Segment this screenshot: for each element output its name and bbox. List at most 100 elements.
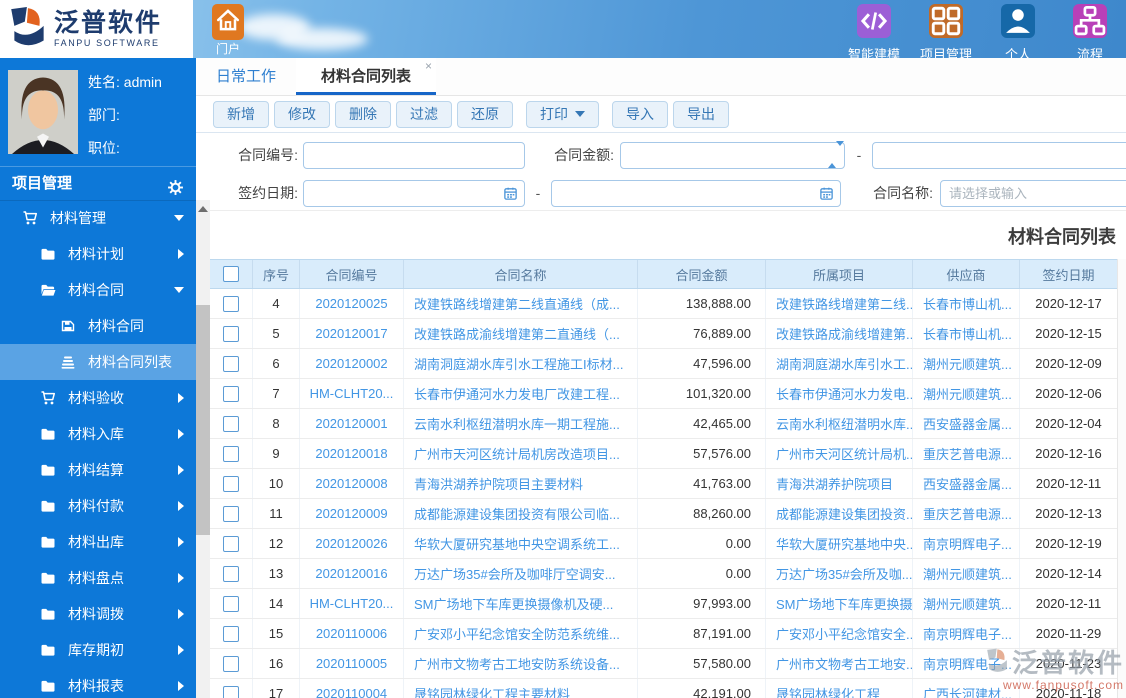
sidebar-item-材料调拨[interactable]: 材料调拨 [0, 596, 196, 632]
contract-name-link[interactable]: 云南水利枢纽潜明水库一期工程施... [404, 409, 638, 438]
contract-name-link[interactable]: 广安邓小平纪念馆安全防范系统维... [404, 619, 638, 648]
supplier-link[interactable]: 长春市博山机... [913, 319, 1020, 348]
table-row[interactable]: 17 2020110004 晟铭园林绿化工程主要材料 42,191.00 晟铭园林绿化工… [210, 679, 1117, 698]
row-checkbox[interactable] [223, 415, 239, 432]
toolbar-button-修改[interactable]: 修改 [274, 100, 330, 128]
supplier-link[interactable]: 潮州元顺建筑... [913, 559, 1020, 588]
toolbar-button-导入[interactable]: 导入 [612, 100, 668, 128]
supplier-link[interactable]: 广西长河建材... [913, 679, 1020, 698]
table-row[interactable]: 12 2020120026 华软大厦研究基地中央空调系统工... 0.00 华软大厦研究… [210, 529, 1117, 559]
project-link[interactable]: 改建铁路线增建第二线... [766, 289, 913, 318]
sidebar-item-材料盘点[interactable]: 材料盘点 [0, 560, 196, 596]
project-link[interactable]: 晟铭园林绿化工程 [766, 679, 913, 698]
contract-name-link[interactable]: 改建铁路线增建第二线直通线（成... [404, 289, 638, 318]
supplier-link[interactable]: 长春市博山机... [913, 289, 1020, 318]
toolbar-button-新增[interactable]: 新增 [213, 100, 269, 128]
amount-to-input[interactable] [872, 142, 1126, 169]
table-row[interactable]: 8 2020120001 云南水利枢纽潜明水库一期工程施... 42,465.00 云南… [210, 409, 1117, 439]
date-from-input[interactable] [303, 180, 525, 207]
supplier-link[interactable]: 潮州元顺建筑... [913, 379, 1020, 408]
toolbar-button-导出[interactable]: 导出 [673, 100, 729, 128]
row-checkbox[interactable] [223, 685, 239, 698]
column-header-date[interactable]: 签约日期 [1020, 260, 1117, 288]
table-row[interactable]: 6 2020120002 湖南洞庭湖水库引水工程施工I标材... 47,596.00 湖… [210, 349, 1117, 379]
contract-name-link[interactable]: 广州市文物考古工地安防系统设备... [404, 649, 638, 678]
project-link[interactable]: SM广场地下车库更换摄... [766, 589, 913, 618]
contract-code-link[interactable]: 2020110006 [300, 619, 404, 648]
project-link[interactable]: 广安邓小平纪念馆安全... [766, 619, 913, 648]
table-row[interactable]: 15 2020110006 广安邓小平纪念馆安全防范系统维... 87,191.00 广… [210, 619, 1117, 649]
sidebar-scrollbar[interactable] [196, 200, 210, 698]
project-link[interactable]: 成都能源建设集团投资... [766, 499, 913, 528]
row-checkbox[interactable] [223, 565, 239, 582]
contract-code-link[interactable]: 2020120017 [300, 319, 404, 348]
scrollbar-thumb[interactable] [196, 305, 210, 535]
nav-item-个人[interactable]: 个人 [982, 4, 1054, 63]
contract-name-link[interactable]: SM广场地下车库更换摄像机及硬... [404, 589, 638, 618]
tab-daily-work[interactable]: 日常工作 [196, 58, 296, 95]
supplier-link[interactable]: 南京明辉电子... [913, 649, 1020, 678]
table-row[interactable]: 14 HM-CLHT20... SM广场地下车库更换摄像机及硬... 97,993.0… [210, 589, 1117, 619]
supplier-link[interactable]: 南京明辉电子... [913, 619, 1020, 648]
contract-name-link[interactable]: 长春市伊通河水力发电厂改建工程... [404, 379, 638, 408]
sidebar-item-材料结算[interactable]: 材料结算 [0, 452, 196, 488]
sidebar-item-材料出库[interactable]: 材料出库 [0, 524, 196, 560]
project-link[interactable]: 长春市伊通河水力发电... [766, 379, 913, 408]
table-scrollbar-track[interactable] [1117, 259, 1126, 698]
table-row[interactable]: 13 2020120016 万达广场35#会所及咖啡厅空调安... 0.00 万达广场3… [210, 559, 1117, 589]
row-checkbox[interactable] [223, 325, 239, 342]
sidebar-item-材料管理[interactable]: 材料管理 [0, 200, 196, 236]
supplier-link[interactable]: 南京明辉电子... [913, 529, 1020, 558]
sidebar-item-材料入库[interactable]: 材料入库 [0, 416, 196, 452]
column-header-amount[interactable]: 合同金额 [638, 260, 766, 288]
sidebar-item-材料报表[interactable]: 材料报表 [0, 668, 196, 698]
amount-from-input[interactable] [620, 142, 845, 169]
row-checkbox[interactable] [223, 595, 239, 612]
contract-code-link[interactable]: 2020110005 [300, 649, 404, 678]
table-row[interactable]: 5 2020120017 改建铁路成渝线增建第二直通线（... 76,889.00 改建… [210, 319, 1117, 349]
contract-name-link[interactable]: 湖南洞庭湖水库引水工程施工I标材... [404, 349, 638, 378]
contract-name-link[interactable]: 青海洪湖养护院项目主要材料 [404, 469, 638, 498]
column-header-seq[interactable]: 序号 [253, 260, 300, 288]
supplier-link[interactable]: 潮州元顺建筑... [913, 589, 1020, 618]
row-checkbox[interactable] [223, 655, 239, 672]
contract-name-link[interactable]: 晟铭园林绿化工程主要材料 [404, 679, 638, 698]
row-checkbox[interactable] [223, 625, 239, 642]
toolbar-button-过滤[interactable]: 过滤 [396, 100, 452, 128]
table-row[interactable]: 9 2020120018 广州市天河区统计局机房改造项目... 57,576.00 广州… [210, 439, 1117, 469]
project-link[interactable]: 云南水利枢纽潜明水库... [766, 409, 913, 438]
contract-code-link[interactable]: 2020120002 [300, 349, 404, 378]
contract-code-link[interactable]: 2020120001 [300, 409, 404, 438]
supplier-link[interactable]: 西安盛器金属... [913, 409, 1020, 438]
project-link[interactable]: 改建铁路成渝线增建第... [766, 319, 913, 348]
contract-name-link[interactable]: 华软大厦研究基地中央空调系统工... [404, 529, 638, 558]
table-row[interactable]: 4 2020120025 改建铁路线增建第二线直通线（成... 138,888.00 改… [210, 289, 1117, 319]
gear-icon[interactable] [167, 175, 184, 195]
contract-code-link[interactable]: 2020120018 [300, 439, 404, 468]
contract-code-link[interactable]: 2020120025 [300, 289, 404, 318]
row-checkbox[interactable] [223, 295, 239, 312]
project-link[interactable]: 华软大厦研究基地中央... [766, 529, 913, 558]
date-to-input[interactable] [551, 180, 841, 207]
calendar-icon[interactable] [819, 186, 834, 201]
toolbar-button-删除[interactable]: 删除 [335, 100, 391, 128]
column-header-checkbox[interactable] [210, 260, 253, 288]
table-row[interactable]: 16 2020110005 广州市文物考古工地安防系统设备... 57,580.00 广… [210, 649, 1117, 679]
project-link[interactable]: 广州市文物考古工地安... [766, 649, 913, 678]
row-checkbox[interactable] [223, 385, 239, 402]
nav-item-项目管理[interactable]: 项目管理 [910, 4, 982, 63]
column-header-project[interactable]: 所属项目 [766, 260, 913, 288]
number-spinner-icon[interactable] [828, 141, 844, 168]
supplier-link[interactable]: 重庆艺普电源... [913, 439, 1020, 468]
contract-code-link[interactable]: 2020120009 [300, 499, 404, 528]
contract-name-link[interactable]: 万达广场35#会所及咖啡厅空调安... [404, 559, 638, 588]
contract-code-link[interactable]: 2020120016 [300, 559, 404, 588]
portal-button[interactable]: 门户 [203, 4, 253, 57]
column-header-supplier[interactable]: 供应商 [913, 260, 1020, 288]
nav-item-智能建模[interactable]: 智能建模 [838, 4, 910, 63]
project-link[interactable]: 青海洪湖养护院项目 [766, 469, 913, 498]
sidebar-item-材料合同[interactable]: 材料合同 [0, 272, 196, 308]
table-row[interactable]: 7 HM-CLHT20... 长春市伊通河水力发电厂改建工程... 101,320.0… [210, 379, 1117, 409]
sidebar-item-材料验收[interactable]: 材料验收 [0, 380, 196, 416]
contract-name-link[interactable]: 广州市天河区统计局机房改造项目... [404, 439, 638, 468]
